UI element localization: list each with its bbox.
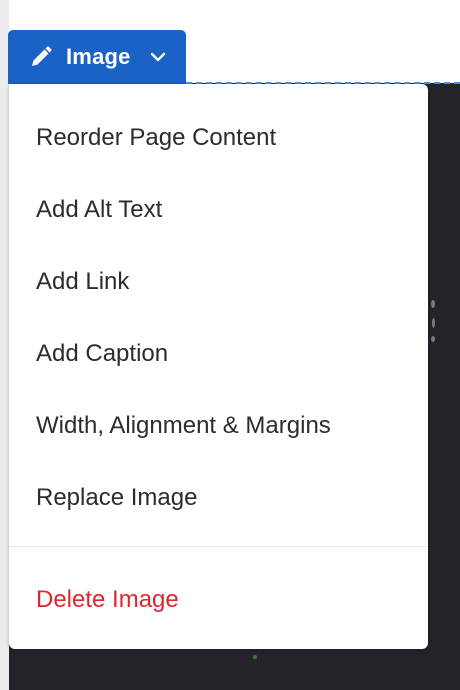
menu-divider — [9, 546, 428, 547]
chevron-down-icon — [149, 48, 167, 66]
menu-item-add-link[interactable]: Add Link — [36, 268, 129, 296]
pencil-icon — [28, 44, 54, 70]
block-actions-menu: Reorder Page Content Add Alt Text Add Li… — [9, 84, 428, 649]
menu-item-width-alignment-margins[interactable]: Width, Alignment & Margins — [36, 412, 331, 440]
left-rail — [0, 0, 9, 690]
image-speck — [432, 318, 435, 328]
menu-item-delete-image[interactable]: Delete Image — [36, 586, 179, 614]
image-speck — [431, 336, 435, 342]
editor-canvas: Image Reorder Page Content Add Alt Text … — [0, 0, 460, 690]
block-type-button[interactable]: Image — [8, 30, 186, 84]
menu-item-add-alt-text[interactable]: Add Alt Text — [36, 196, 162, 224]
menu-item-add-caption[interactable]: Add Caption — [36, 340, 168, 368]
menu-item-replace-image[interactable]: Replace Image — [36, 484, 197, 512]
block-type-label: Image — [66, 44, 131, 69]
menu-item-reorder-page-content[interactable]: Reorder Page Content — [36, 124, 276, 152]
image-speck — [253, 655, 257, 659]
image-speck — [431, 300, 435, 308]
